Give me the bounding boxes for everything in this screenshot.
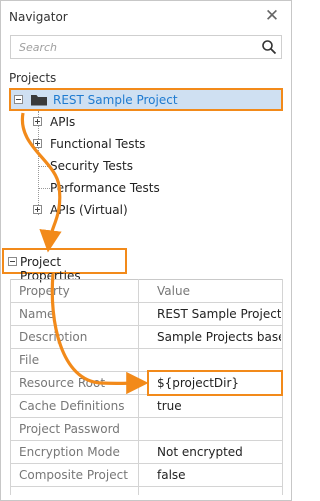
projects-label: Projects [9, 71, 57, 85]
column-header-value: Value [157, 284, 190, 298]
property-name: File [19, 353, 40, 367]
property-value[interactable]: Sample Projects bases... [157, 330, 281, 344]
tree-item-label: APIs [50, 115, 76, 129]
tree-connector [38, 188, 50, 189]
column-divider [138, 279, 139, 495]
property-name: Project Password [19, 422, 120, 436]
collapse-toggle-icon[interactable] [8, 257, 17, 266]
property-name: Resource Root [19, 376, 106, 390]
property-name: Name [19, 307, 55, 321]
table-row[interactable]: File [10, 349, 283, 372]
collapse-toggle-icon[interactable] [14, 95, 23, 104]
table-row[interactable]: Encryption Mode Not encrypted [10, 441, 283, 464]
tree-item-label: Performance Tests [50, 181, 160, 195]
table-border [10, 279, 11, 495]
tree-root-label: REST Sample Project [53, 93, 178, 107]
search-icon[interactable] [261, 39, 277, 55]
expand-toggle-icon[interactable] [33, 139, 42, 148]
property-name: Description [19, 330, 88, 344]
property-value[interactable]: false [157, 468, 281, 482]
table-header-row: Property Value [10, 280, 283, 303]
navigator-title: Navigator [9, 10, 68, 24]
expand-toggle-icon[interactable] [33, 205, 42, 214]
folder-icon [31, 95, 47, 106]
table-row[interactable]: Cache Definitions true [10, 395, 283, 418]
property-value[interactable]: Not encrypted [157, 445, 281, 459]
property-name: Composite Project [19, 468, 128, 482]
property-value[interactable]: REST Sample Project [157, 307, 281, 321]
tree-item-label: APIs (Virtual) [50, 203, 128, 217]
column-header-property: Property [19, 284, 70, 298]
search-box [10, 35, 282, 59]
property-name: Encryption Mode [19, 445, 120, 459]
tree-item-label: Security Tests [50, 159, 133, 173]
arrow-to-properties [20, 112, 62, 253]
resource-root-highlight [147, 370, 283, 396]
table-row[interactable]: Name REST Sample Project [10, 303, 283, 326]
search-input[interactable] [11, 36, 257, 58]
tree-item-rest-sample-project[interactable]: REST Sample Project [9, 88, 283, 111]
navigator-panel: Navigator ✕ Projects REST Sample Project… [0, 0, 292, 501]
table-row[interactable]: Composite Project false [10, 464, 283, 487]
tree-item-label: Functional Tests [50, 137, 146, 151]
property-value[interactable]: true [157, 399, 281, 413]
close-icon[interactable]: ✕ [263, 7, 281, 25]
project-properties-header[interactable]: Project Properties [2, 248, 127, 283]
tree-connector [38, 111, 39, 215]
property-name: Cache Definitions [19, 399, 125, 413]
table-row[interactable]: Description Sample Projects bases... [10, 326, 283, 349]
expand-toggle-icon[interactable] [33, 117, 42, 126]
table-row[interactable]: Project Password [10, 418, 283, 441]
navigator-header: Navigator ✕ [1, 1, 291, 33]
tree-connector [38, 166, 50, 167]
